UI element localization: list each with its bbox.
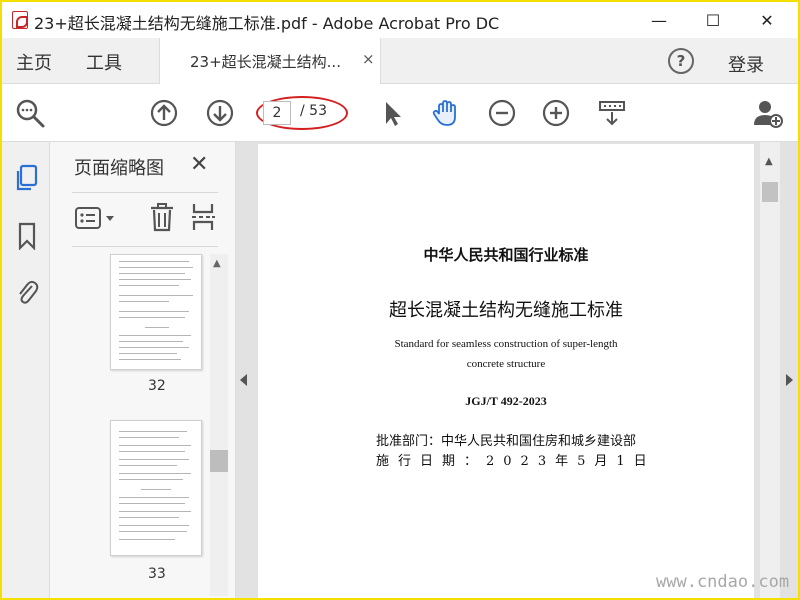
scroll-mode-icon[interactable] — [596, 97, 628, 129]
acrobat-window: 23+超长混凝土结构无缝施工标准.pdf - Adobe Acrobat Pro… — [2, 2, 798, 598]
panel-divider — [72, 192, 218, 193]
standard-code: JGJ/T 492-2023 — [465, 394, 547, 408]
close-window-button[interactable]: ✕ — [744, 2, 790, 38]
document-viewer: 中华人民共和国行业标准 超长混凝土结构无缝施工标准 Standard for s… — [236, 142, 798, 598]
next-page-icon[interactable] — [204, 97, 236, 129]
document-tab-close-icon[interactable]: × — [362, 50, 375, 68]
tools-tab[interactable]: 工具 — [86, 49, 122, 75]
doc-scroll-up-icon[interactable]: ▲ — [765, 156, 773, 167]
select-cursor-icon[interactable] — [376, 97, 408, 129]
page-thumbnail[interactable] — [110, 254, 202, 370]
expand-right-panel-icon[interactable] — [786, 374, 793, 386]
thumbnail-page-number: 33 — [148, 566, 166, 582]
home-tab[interactable]: 主页 — [16, 49, 52, 75]
collapse-left-panel-icon[interactable] — [240, 374, 247, 386]
standard-title-en-line2: concrete structure — [466, 358, 546, 370]
document-tab-label: 23+超长混凝土结构... — [190, 53, 341, 71]
standard-type: 中华人民共和国行业标准 — [423, 246, 589, 264]
page-thumbnail[interactable] — [110, 420, 202, 556]
maximize-button[interactable]: ☐ — [690, 2, 736, 38]
search-zoom-icon[interactable] — [14, 97, 46, 129]
pdf-page: 中华人民共和国行业标准 超长混凝土结构无缝施工标准 Standard for s… — [258, 144, 754, 598]
document-scrollbar[interactable]: ▲ — [760, 142, 780, 598]
zoom-out-icon[interactable] — [486, 97, 518, 129]
bookmark-icon[interactable] — [14, 222, 40, 250]
extract-page-icon[interactable] — [190, 202, 216, 232]
site-watermark: www.cndao.com — [656, 572, 790, 592]
zoom-in-icon[interactable] — [540, 97, 572, 129]
thumbnails-scrollbar[interactable]: ▲ — [210, 254, 228, 596]
standard-title-en-line1: Standard for seamless construction of su… — [394, 338, 618, 350]
hand-tool-icon[interactable] — [430, 97, 462, 129]
standard-title-cn: 超长混凝土结构无缝施工标准 — [389, 300, 623, 321]
help-button[interactable]: ? — [668, 48, 694, 74]
document-tab[interactable]: 23+超长混凝土结构... × — [159, 38, 381, 84]
title-bar: 23+超长混凝土结构无缝施工标准.pdf - Adobe Acrobat Pro… — [2, 2, 798, 38]
thumbnails-panel: 页面缩略图 ✕ 32 33 ▲ — [50, 142, 236, 598]
approval-department: 批准部门：中华人民共和国住房和城乡建设部 — [376, 434, 637, 449]
close-panel-icon[interactable]: ✕ — [190, 152, 208, 177]
acrobat-app-icon — [12, 11, 28, 29]
panel-divider-2 — [72, 246, 218, 247]
total-pages-label: / 53 — [300, 103, 327, 119]
attachment-icon[interactable] — [14, 278, 40, 306]
thumbnails-panel-title: 页面缩略图 — [74, 158, 164, 179]
effective-date: 施行日期：2023年5月1日 — [376, 454, 656, 469]
minimize-button[interactable]: — — [636, 2, 682, 38]
left-rail — [2, 142, 50, 598]
toolbar: 2 / 53 — [2, 84, 798, 142]
scroll-up-icon[interactable]: ▲ — [213, 258, 221, 269]
thumbnails-scroll-thumb[interactable] — [210, 450, 228, 472]
document-scroll-thumb[interactable] — [762, 182, 778, 202]
current-page-input[interactable]: 2 — [263, 101, 291, 125]
login-button[interactable]: 登录 — [728, 51, 764, 77]
trash-icon[interactable] — [148, 202, 176, 232]
thumbnail-page-number: 32 — [148, 378, 166, 394]
window-title: 23+超长混凝土结构无缝施工标准.pdf - Adobe Acrobat Pro… — [34, 14, 500, 33]
page-thumbnails-icon[interactable] — [14, 164, 40, 192]
prev-page-icon[interactable] — [148, 97, 180, 129]
thumbnail-options-icon[interactable] — [74, 204, 120, 232]
share-user-icon[interactable] — [752, 97, 784, 129]
menu-bar: 主页 工具 23+超长混凝土结构... × ? 登录 — [2, 38, 798, 84]
